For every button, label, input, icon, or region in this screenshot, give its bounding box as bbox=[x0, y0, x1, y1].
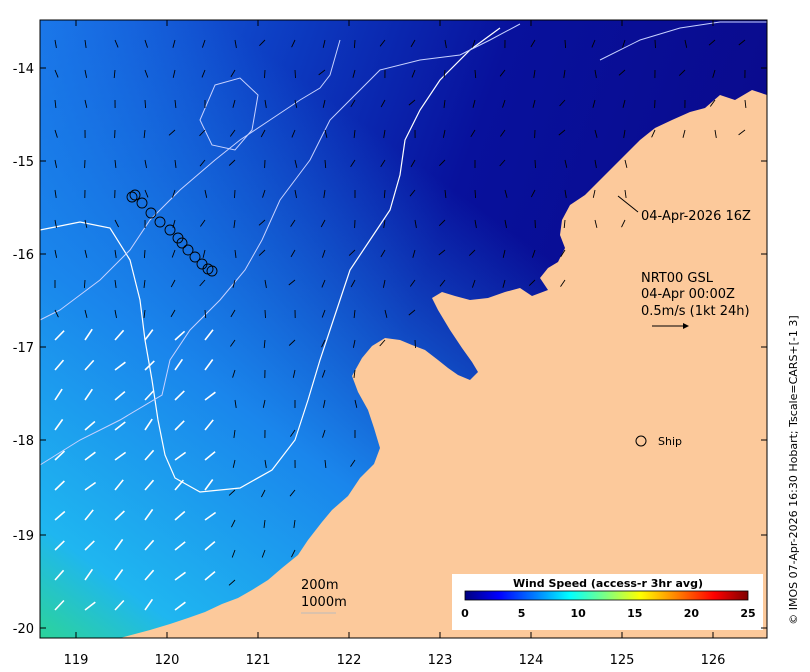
x-tick-label: 123 bbox=[428, 653, 453, 668]
colorbar-tick-label: 0 bbox=[461, 607, 469, 620]
y-tick-label: -14 bbox=[13, 62, 34, 77]
colorbar-tick-label: 10 bbox=[571, 607, 587, 620]
x-tick-label: 119 bbox=[64, 653, 89, 668]
depth-legend-1000: 1000m bbox=[301, 595, 347, 610]
x-tick-label: 120 bbox=[155, 653, 180, 668]
wind-vector bbox=[83, 279, 86, 289]
y-tick-label: -18 bbox=[13, 434, 34, 449]
product-label-1: NRT00 GSL bbox=[641, 271, 714, 286]
wind-vector bbox=[264, 69, 266, 79]
drifter-time-label: 04-Apr-2026 16Z bbox=[641, 209, 751, 224]
credit-text: © IMOS 07-Apr-2026 16:30 Hobart; Tscale=… bbox=[787, 315, 800, 624]
x-tick-label: 122 bbox=[337, 653, 362, 668]
wind-vector bbox=[474, 189, 477, 199]
wind-vector bbox=[654, 39, 656, 49]
wind-vector bbox=[414, 339, 416, 349]
depth-legend-200: 200m bbox=[301, 578, 338, 593]
wind-vector bbox=[564, 39, 567, 49]
colorbar-tick-label: 25 bbox=[740, 607, 755, 620]
x-tick-label: 124 bbox=[519, 653, 544, 668]
wind-speed-map: 04-Apr-2026 16Z NRT00 GSL 04-Apr 00:00Z … bbox=[13, 19, 800, 668]
colorbar-tick-label: 5 bbox=[518, 607, 526, 620]
colorbar: Wind Speed (access-r 3hr avg) 0 5 10 15 20 25 bbox=[452, 574, 763, 630]
colorbar-tick-label: 15 bbox=[627, 607, 642, 620]
wind-vector bbox=[353, 39, 356, 49]
colorbar-gradient bbox=[464, 590, 749, 601]
wind-vector bbox=[143, 249, 146, 259]
wind-vector bbox=[294, 69, 296, 79]
wind-vector bbox=[264, 309, 266, 319]
y-tick-label: -16 bbox=[13, 248, 34, 263]
y-tick-label: -19 bbox=[13, 529, 34, 544]
wind-vector bbox=[534, 159, 536, 169]
x-tick-label: 125 bbox=[610, 653, 635, 668]
wind-vector bbox=[144, 99, 147, 109]
x-tick-label: 121 bbox=[246, 653, 271, 668]
y-tick-label: -20 bbox=[13, 622, 34, 637]
ship-label: Ship bbox=[658, 435, 682, 448]
y-tick-label: -17 bbox=[13, 341, 34, 356]
product-label-2: 04-Apr 00:00Z bbox=[641, 287, 735, 302]
y-tick-label: -15 bbox=[13, 155, 34, 170]
colorbar-tick-label: 20 bbox=[684, 607, 700, 620]
product-label-3: 0.5m/s (1kt 24h) bbox=[641, 304, 750, 319]
x-tick-label: 126 bbox=[701, 653, 726, 668]
colorbar-title: Wind Speed (access-r 3hr avg) bbox=[513, 577, 703, 590]
wind-vector bbox=[234, 189, 236, 199]
